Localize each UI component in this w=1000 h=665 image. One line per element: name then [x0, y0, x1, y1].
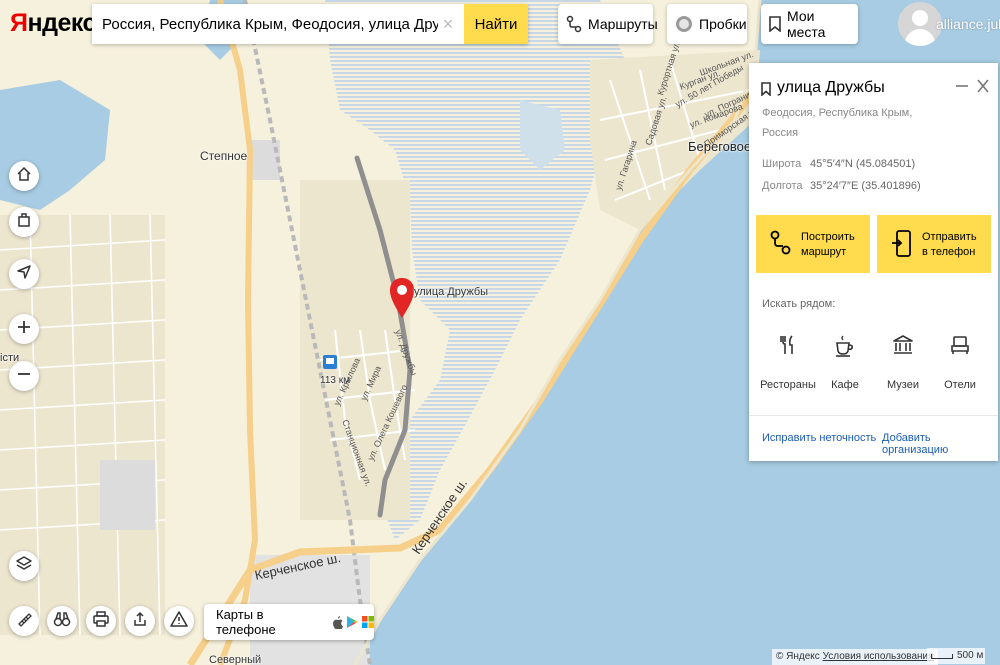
close-button[interactable] — [976, 77, 990, 95]
nearby-museums[interactable]: Музеи — [875, 331, 931, 395]
place-bookmark-icon[interactable] — [761, 82, 771, 101]
nearby-cafe[interactable]: Кафе — [817, 331, 873, 395]
bookmark-icon — [769, 16, 781, 32]
museum-icon — [875, 335, 931, 355]
plus-icon — [16, 319, 32, 340]
card-divider — [749, 415, 998, 416]
location-arrow-icon — [16, 264, 32, 285]
layers-button[interactable] — [9, 551, 39, 581]
coffee-cup-icon — [817, 335, 873, 357]
google-play-icon — [347, 616, 358, 628]
ruler-button[interactable] — [9, 606, 39, 636]
search-input[interactable] — [92, 4, 438, 44]
traffic-icon — [675, 15, 693, 33]
fork-knife-icon — [760, 335, 816, 355]
yandex-logo[interactable]: Яндекс — [10, 9, 96, 38]
latitude-label: Широта — [762, 158, 802, 170]
nearby-hotels[interactable]: Отели — [932, 331, 988, 395]
build-route-line1: Построить — [801, 231, 855, 243]
my-places-label: Мои места — [787, 8, 826, 40]
label-pin: улица Дружбы — [414, 286, 489, 298]
share-icon — [132, 611, 148, 632]
nearby-restaurants-label: Рестораны — [760, 379, 816, 391]
longitude-label: Долгота — [762, 180, 803, 192]
copyright: © Яндекс Условия использования — [772, 649, 938, 665]
my-places-button[interactable]: Мои места — [761, 4, 858, 44]
home-button[interactable] — [9, 161, 39, 191]
search-button[interactable]: Найти — [464, 4, 528, 44]
send-to-phone-line1: Отправить — [922, 231, 977, 243]
report-button[interactable] — [164, 606, 194, 636]
nearby-restaurants[interactable]: Рестораны — [760, 331, 816, 395]
minimize-button[interactable] — [955, 77, 969, 95]
minus-icon — [16, 366, 32, 387]
label-beregovoe: Береговое — [688, 139, 752, 154]
fix-inaccuracy-link[interactable]: Исправить неточность — [762, 432, 876, 444]
home-icon — [16, 166, 32, 187]
briefcase-icon — [16, 212, 32, 233]
binoculars-icon — [53, 611, 71, 632]
nearby-hotels-label: Отели — [944, 379, 976, 391]
zoom-in-button[interactable] — [9, 314, 39, 344]
panorama-button[interactable] — [47, 606, 77, 636]
zoom-out-button[interactable] — [9, 361, 39, 391]
briefcase-button[interactable] — [9, 207, 39, 237]
scale-value: 500 м — [957, 650, 984, 661]
settlement-druzhby — [300, 180, 410, 520]
place-card: улица Дружбы Феодосия, Республика Крым, … — [749, 63, 998, 461]
traffic-button[interactable]: Пробки — [667, 4, 747, 44]
nearby-title: Искать рядом: — [762, 298, 836, 310]
route-icon — [770, 230, 792, 261]
printer-icon — [92, 610, 110, 632]
layers-icon — [15, 555, 33, 578]
send-to-phone-line2: в телефон — [922, 246, 976, 258]
station-icon — [323, 355, 337, 369]
apple-icon — [332, 615, 343, 629]
routes-button[interactable]: Маршруты — [558, 4, 658, 44]
map-scale: 500 м — [927, 648, 985, 664]
ruler-icon — [16, 611, 32, 632]
logo-first-letter: Я — [10, 9, 28, 37]
mobile-app-label: Карты в телефоне — [216, 607, 276, 637]
traffic-label: Пробки — [699, 16, 747, 32]
nearby-cafe-label: Кафе — [831, 379, 859, 391]
label-severny: Северный — [209, 654, 262, 665]
nearby-museums-label: Музеи — [887, 379, 919, 391]
clear-icon[interactable]: × — [438, 14, 458, 35]
logo-rest: ндекс — [27, 9, 96, 37]
geolocation-button[interactable] — [9, 259, 39, 289]
latitude-value[interactable]: 45°5′4″N (45.084501) — [810, 158, 915, 170]
bed-icon — [932, 335, 988, 355]
label-stepnoe: Степное — [200, 149, 248, 163]
close-icon — [977, 79, 989, 93]
place-address: Феодосия, Республика Крым, Россия — [762, 107, 913, 139]
print-button[interactable] — [86, 606, 116, 636]
phone-icon — [891, 230, 913, 263]
routes-label: Маршруты — [588, 16, 658, 32]
copyright-text: © Яндекс — [776, 651, 820, 662]
longitude-value[interactable]: 35°24′7″E (35.401896) — [810, 180, 921, 192]
build-route-line2: маршрут — [801, 246, 847, 258]
minimize-icon — [956, 85, 968, 87]
search-box: × Найти — [92, 4, 528, 44]
send-to-phone-button[interactable]: Отправить в телефон — [877, 215, 991, 273]
industrial-zone-2 — [100, 460, 155, 530]
place-title: улица Дружбы — [777, 79, 885, 96]
share-button[interactable] — [125, 606, 155, 636]
mobile-app-promo[interactable]: Карты в телефоне — [204, 604, 374, 640]
terms-link[interactable]: Условия использования — [823, 651, 934, 662]
industrial-zone-4 — [250, 140, 280, 180]
build-route-button[interactable]: Построить маршрут — [756, 215, 870, 273]
route-icon — [566, 15, 582, 33]
user-name[interactable]: alliance.julia — [936, 16, 1000, 32]
warning-icon — [170, 610, 188, 632]
windows-icon — [362, 616, 374, 628]
add-organization-link[interactable]: Добавить организацию — [882, 432, 998, 456]
